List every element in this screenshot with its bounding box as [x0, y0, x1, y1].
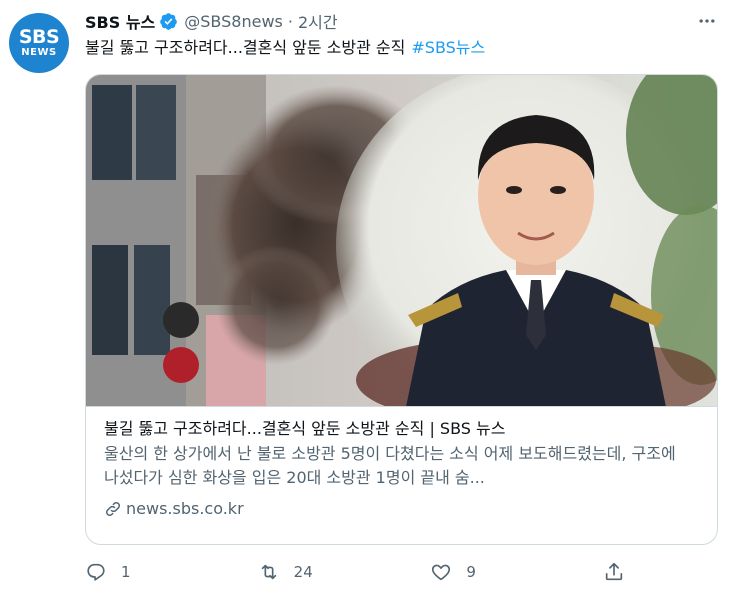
card-body[interactable]: 불길 뚫고 구조하려다...결혼식 앞둔 소방관 순직 | SBS 뉴스 울산의… [86, 407, 717, 531]
card-image[interactable] [86, 75, 717, 407]
reply-count: 1 [121, 563, 131, 581]
card-domain-text: news.sbs.co.kr [126, 499, 244, 518]
reply-button[interactable]: 1 [85, 558, 258, 586]
timestamp[interactable]: 2시간 [298, 9, 338, 33]
share-button[interactable] [603, 558, 625, 586]
like-count: 9 [466, 563, 476, 581]
avatar-logo-top: SBS [18, 26, 60, 48]
more-icon[interactable] [694, 10, 720, 32]
separator-dot: · [287, 11, 293, 31]
reply-icon [87, 563, 105, 581]
card-photo [86, 75, 717, 406]
like-button[interactable]: 9 [430, 558, 603, 586]
avatar[interactable]: SBS NEWS [9, 13, 69, 73]
tweet-header: SBS 뉴스 @SBS8news · 2시간 [85, 9, 338, 33]
hashtag-link[interactable]: #SBS뉴스 [411, 38, 485, 57]
tweet-text: 불길 뚫고 구조하려다...결혼식 앞둔 소방관 순직 #SBS뉴스 [85, 36, 485, 60]
account-handle[interactable]: @SBS8news [184, 12, 283, 31]
like-icon [432, 564, 451, 581]
retweet-button[interactable]: 24 [258, 558, 431, 586]
link-card[interactable]: 불길 뚫고 구조하려다...결혼식 앞둔 소방관 순직 | SBS 뉴스 울산의… [85, 74, 718, 545]
display-name[interactable]: SBS 뉴스 [85, 9, 155, 33]
retweet-icon [261, 564, 276, 580]
card-domain: news.sbs.co.kr [104, 498, 699, 520]
verified-badge-icon [159, 12, 178, 31]
tweet-body: 불길 뚫고 구조하려다...결혼식 앞둔 소방관 순직 [85, 38, 406, 57]
share-icon [605, 562, 623, 581]
action-bar: 1 24 9 [85, 558, 625, 586]
card-description: 울산의 한 상가에서 난 불로 소방관 5명이 다쳤다는 소식 어제 보도해드렸… [104, 444, 676, 487]
retweet-count: 24 [293, 563, 313, 581]
avatar-logo-bottom: NEWS [21, 47, 57, 58]
link-icon [105, 501, 121, 517]
card-title: 불길 뚫고 구조하려다...결혼식 앞둔 소방관 순직 | SBS 뉴스 [104, 419, 506, 438]
